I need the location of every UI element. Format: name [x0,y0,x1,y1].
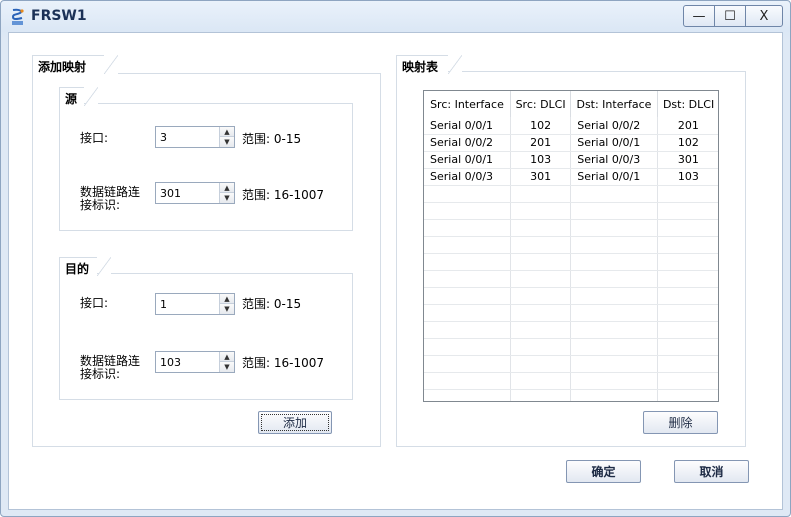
destination-dlci-label: 数据链路连 接标识: [80,355,140,381]
destination-dlci-value[interactable]: 103 [160,356,181,369]
empty-row [424,236,718,254]
spin-up-icon[interactable]: ▲ [220,127,234,137]
spin-down-icon[interactable]: ▼ [220,304,234,314]
destination-title: 目的 [59,257,111,276]
frame-relay-switch-icon [11,8,24,25]
ok-button[interactable]: 确定 [566,460,641,483]
mapping-table-grid: Src: Interface Src: DLCI Dst: Interface … [424,91,718,401]
source-interface-range: 范围: 0-15 [242,132,302,146]
window-title: FRSW1 [31,8,87,24]
source-title: 源 [59,87,98,106]
empty-row [424,253,718,271]
spin-down-icon[interactable]: ▼ [220,362,234,372]
maximize-icon: ☐ [724,8,736,24]
table-cell: 201 [510,134,572,152]
table-row[interactable]: Serial 0/0/1 103 Serial 0/0/3 301 [424,151,718,169]
close-button[interactable]: X [745,5,783,27]
dialog-client: 添加映射 源 接口: 3 ▲ ▼ 范围: 0-15 数据链路连 接标识: 301 … [8,32,783,510]
source-dlci-spinner[interactable]: 301 ▲ ▼ [155,182,235,204]
add-button[interactable]: 添加 [258,411,332,434]
table-cell: 103 [510,151,572,169]
close-icon: X [759,8,769,24]
source-interface-label: 接口: [80,131,109,145]
empty-row [424,202,718,220]
column-header[interactable]: Dst: Interface [570,91,658,117]
table-header-row: Src: Interface Src: DLCI Dst: Interface … [424,91,718,117]
spin-up-icon[interactable]: ▲ [220,183,234,193]
source-interface-spinner[interactable]: 3 ▲ ▼ [155,126,235,148]
table-row[interactable]: Serial 0/0/1 102 Serial 0/0/2 201 [424,117,718,135]
table-row[interactable]: Serial 0/0/2 201 Serial 0/0/1 102 [424,134,718,152]
table-cell: 103 [657,168,718,186]
table-cell: Serial 0/0/1 [570,168,658,186]
destination-interface-value[interactable]: 1 [160,298,167,311]
empty-row [424,270,718,288]
destination-interface-spinner[interactable]: 1 ▲ ▼ [155,293,235,315]
cancel-button[interactable]: 取消 [674,460,749,483]
source-dlci-label-line2: 接标识: [80,198,121,212]
mapping-table[interactable]: Src: Interface Src: DLCI Dst: Interface … [423,90,719,402]
destination-dlci-range: 范围: 16-1007 [242,356,324,370]
table-cell: 102 [510,117,572,135]
mapping-table-title: 映射表 [396,55,462,74]
source-dlci-value[interactable]: 301 [160,187,181,200]
source-dlci-label: 数据链路连 接标识: [80,186,140,212]
destination-dlci-spinner[interactable]: 103 ▲ ▼ [155,351,235,373]
empty-row [424,372,718,390]
table-cell: Serial 0/0/1 [424,151,511,169]
table-cell: 301 [510,168,572,186]
table-cell: Serial 0/0/2 [570,117,658,135]
delete-button[interactable]: 删除 [643,411,718,434]
table-cell: Serial 0/0/3 [424,168,511,186]
minimize-button[interactable]: — [683,5,715,27]
minimize-icon: — [692,8,706,24]
spin-up-icon[interactable]: ▲ [220,294,234,304]
empty-row [424,185,718,203]
add-mapping-title: 添加映射 [32,55,118,74]
empty-row [424,321,718,339]
table-cell: Serial 0/0/2 [424,134,511,152]
table-cell: Serial 0/0/1 [424,117,511,135]
maximize-button[interactable]: ☐ [714,5,746,27]
empty-row [424,287,718,305]
destination-interface-label: 接口: [80,296,109,310]
column-header[interactable]: Src: Interface [424,91,511,117]
table-cell: 201 [657,117,718,135]
destination-interface-range: 范围: 0-15 [242,297,302,311]
empty-row [424,355,718,373]
destination-dlci-label-line2: 接标识: [80,367,121,381]
spin-down-icon[interactable]: ▼ [220,137,234,147]
empty-row [424,389,718,401]
column-header[interactable]: Dst: DLCI [657,91,718,117]
table-cell: 301 [657,151,718,169]
table-cell: Serial 0/0/1 [570,134,658,152]
spin-up-icon[interactable]: ▲ [220,352,234,362]
empty-row [424,219,718,237]
table-row[interactable]: Serial 0/0/3 301 Serial 0/0/1 103 [424,168,718,186]
source-dlci-range: 范围: 16-1007 [242,188,324,202]
empty-row [424,304,718,322]
source-interface-value[interactable]: 3 [160,131,167,144]
column-header[interactable]: Src: DLCI [510,91,572,117]
spin-down-icon[interactable]: ▼ [220,193,234,203]
table-cell: Serial 0/0/3 [570,151,658,169]
empty-row [424,338,718,356]
table-cell: 102 [657,134,718,152]
title-bar[interactable]: FRSW1 — ☐ X [1,1,790,31]
frsw1-window: FRSW1 — ☐ X 添加映射 源 接口: 3 ▲ ▼ 范围: 0-15 数据链… [0,0,791,517]
